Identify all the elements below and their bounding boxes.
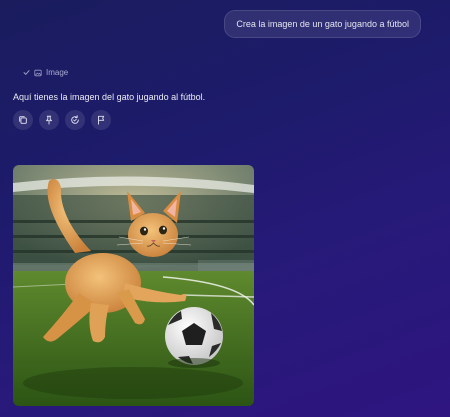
pin-icon <box>44 115 54 125</box>
cat-playing-football-illustration <box>13 165 254 406</box>
regenerate-icon <box>70 115 80 125</box>
regenerate-button[interactable] <box>65 110 85 130</box>
image-icon <box>34 69 42 77</box>
tool-status-label: Image <box>46 68 69 77</box>
tool-status[interactable]: Image <box>23 68 68 77</box>
copy-icon <box>18 115 28 125</box>
assistant-message-text: Aquí tienes la imagen del gato jugando a… <box>13 92 206 102</box>
user-message-text: Crea la imagen de un gato jugando a fútb… <box>236 19 409 29</box>
generated-image[interactable] <box>13 165 254 406</box>
pin-button[interactable] <box>39 110 59 130</box>
message-actions <box>13 110 111 130</box>
flag-icon <box>96 115 106 125</box>
copy-button[interactable] <box>13 110 33 130</box>
report-button[interactable] <box>91 110 111 130</box>
check-icon <box>23 69 30 76</box>
user-message-bubble: Crea la imagen de un gato jugando a fútb… <box>224 10 421 38</box>
